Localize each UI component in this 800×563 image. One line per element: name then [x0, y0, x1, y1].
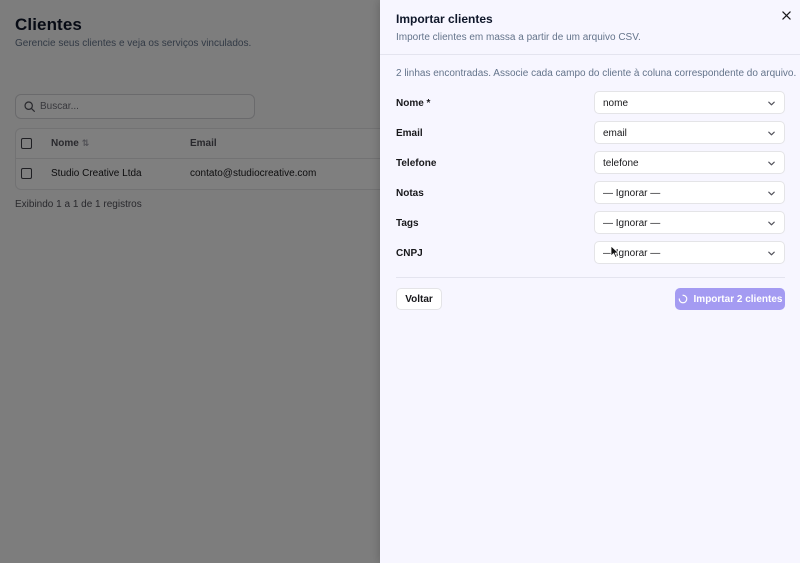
sheet-description: Importe clientes em massa a partir de um… [396, 32, 641, 43]
mouse-cursor-icon [610, 245, 619, 258]
field-label-tags: Tags [396, 218, 419, 229]
close-icon [781, 10, 791, 20]
spinner-icon [678, 294, 687, 304]
field-label-cnpj: CNPJ [396, 248, 423, 259]
chevron-down-icon [768, 161, 775, 166]
select-tags[interactable]: — Ignorar — [594, 211, 785, 234]
sheet-title: Importar clientes [396, 12, 493, 26]
select-value: nome [603, 98, 629, 109]
field-label-email: Email [396, 128, 423, 139]
select-notas[interactable]: — Ignorar — [594, 181, 785, 204]
close-button[interactable] [779, 8, 793, 22]
select-value: email [603, 128, 627, 139]
back-button[interactable]: Voltar [396, 288, 442, 310]
chevron-down-icon [768, 191, 775, 196]
select-nome[interactable]: nome [594, 91, 785, 114]
field-label-telefone: Telefone [396, 158, 437, 169]
select-value: telefone [603, 158, 639, 169]
chevron-down-icon [768, 131, 775, 136]
field-label-notas: Notas [396, 188, 424, 199]
mapping-info: 2 linhas encontradas. Associe cada campo… [396, 68, 797, 79]
select-value: — Ignorar — [603, 218, 661, 229]
header-divider [380, 54, 800, 55]
select-telefone[interactable]: telefone [594, 151, 785, 174]
select-value: — Ignorar — [603, 188, 661, 199]
select-email[interactable]: email [594, 121, 785, 144]
footer-divider [396, 277, 785, 278]
import-button[interactable]: Importar 2 clientes [675, 288, 785, 310]
chevron-down-icon [768, 251, 775, 256]
chevron-down-icon [768, 221, 775, 226]
import-button-label: Importar 2 clientes [693, 293, 783, 305]
import-clients-sheet: Importar clientes Importe clientes em ma… [380, 0, 800, 563]
field-label-nome: Nome * [396, 98, 431, 109]
chevron-down-icon [768, 101, 775, 106]
select-cnpj[interactable]: — Ignorar — [594, 241, 785, 264]
